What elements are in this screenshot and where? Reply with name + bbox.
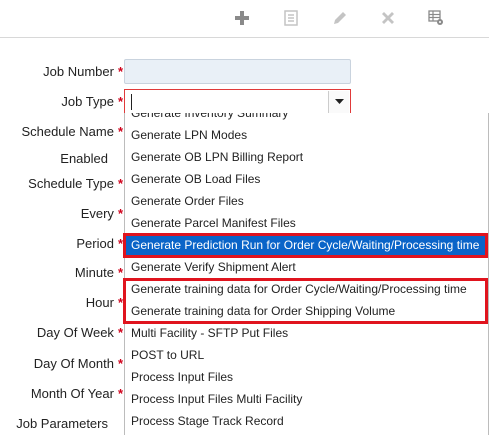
job-number-label: Job Number * bbox=[43, 64, 123, 79]
dropdown-option[interactable]: Process Stage Track Record bbox=[125, 410, 488, 432]
dropdown-option[interactable]: Generate training data for Order Cycle/W… bbox=[125, 278, 488, 300]
job-number-input[interactable] bbox=[124, 59, 351, 84]
dropdown-option[interactable]: Process Input Files Multi Facility bbox=[125, 388, 488, 410]
day-of-month-label: Day Of Month * bbox=[33, 356, 123, 371]
required-marker: * bbox=[117, 236, 123, 251]
dropdown-option[interactable]: Generate training data for Order Shippin… bbox=[125, 300, 488, 322]
dropdown-option[interactable]: Process Input Files bbox=[125, 366, 488, 388]
required-marker: * bbox=[117, 176, 123, 191]
grid-settings-icon[interactable] bbox=[424, 6, 448, 30]
minute-label: Minute * bbox=[74, 265, 123, 280]
job-type-select[interactable] bbox=[124, 89, 351, 115]
dropdown-option-selected[interactable]: Generate Prediction Run for Order Cycle/… bbox=[125, 234, 488, 256]
required-marker: * bbox=[117, 64, 123, 79]
period-label: Period * bbox=[76, 236, 123, 251]
month-of-year-label: Month Of Year * bbox=[30, 386, 123, 401]
toolbar bbox=[0, 0, 489, 38]
schedule-type-label: Schedule Type * bbox=[28, 176, 123, 191]
plus-icon[interactable] bbox=[230, 6, 254, 30]
job-type-dropdown-list: Generate Inventory Summary Generate LPN … bbox=[124, 113, 489, 435]
dropdown-option[interactable]: Generate Parcel Manifest Files bbox=[125, 212, 488, 234]
required-marker: * bbox=[117, 265, 123, 280]
every-label: Every * bbox=[80, 206, 123, 221]
pencil-icon[interactable] bbox=[328, 6, 352, 30]
chevron-down-icon[interactable] bbox=[328, 91, 349, 113]
schedule-name-label: Schedule Name * bbox=[21, 124, 123, 139]
required-marker: * bbox=[117, 94, 123, 109]
required-marker: * bbox=[117, 124, 123, 139]
dropdown-option[interactable]: Generate Verify Shipment Alert bbox=[125, 256, 488, 278]
job-type-label: Job Type * bbox=[61, 94, 123, 109]
text-cursor bbox=[131, 94, 132, 110]
dropdown-option[interactable]: Generate LPN Modes bbox=[125, 124, 488, 146]
required-marker: * bbox=[117, 325, 123, 340]
required-marker: * bbox=[117, 295, 123, 310]
form-labels: Job Number * Job Type * Schedule Name * Ena… bbox=[0, 38, 123, 435]
required-marker: * bbox=[117, 386, 123, 401]
required-marker: * bbox=[117, 206, 123, 221]
document-icon[interactable] bbox=[279, 6, 303, 30]
dropdown-option[interactable]: Generate Order Files bbox=[125, 190, 488, 212]
dropdown-option[interactable]: POST to URL bbox=[125, 344, 488, 366]
dropdown-option[interactable]: Generate OB LPN Billing Report bbox=[125, 146, 488, 168]
dropdown-option[interactable]: Generate Inventory Summary bbox=[125, 113, 488, 124]
dropdown-option[interactable]: Multi Facility - SFTP Put Files bbox=[125, 322, 488, 344]
enabled-label: Enabled bbox=[60, 151, 108, 166]
day-of-week-label: Day Of Week * bbox=[36, 325, 123, 340]
dropdown-option[interactable]: Generate OB Load Files bbox=[125, 168, 488, 190]
required-marker: * bbox=[117, 356, 123, 371]
hour-label: Hour * bbox=[85, 295, 123, 310]
close-icon[interactable] bbox=[376, 6, 400, 30]
job-parameters-label: Job Parameters bbox=[16, 416, 108, 431]
